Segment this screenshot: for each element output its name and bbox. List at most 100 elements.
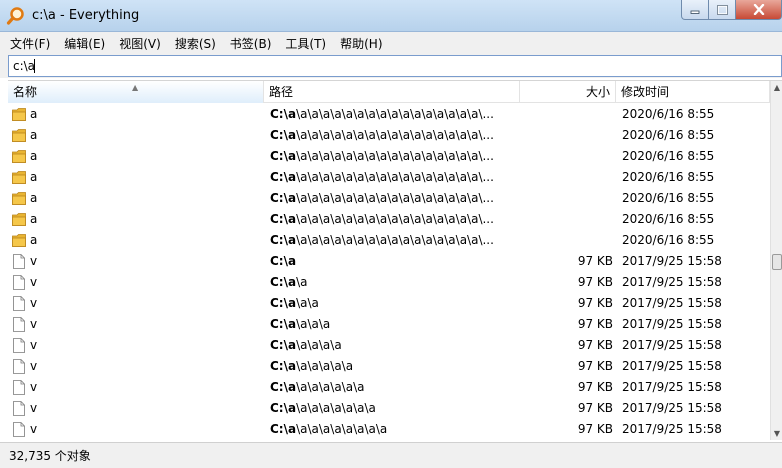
table-row[interactable]: v C:\a\a\a\a\a\a 97 KB 2017/9/25 15:58 <box>8 356 770 377</box>
table-row[interactable]: a C:\a\a\a\a\a\a\a\a\a\a\a\a\a\a\a\a\a\..… <box>8 146 770 167</box>
cell-size: 97 KB <box>577 359 613 373</box>
status-bar: 32,735 个对象 <box>0 442 782 468</box>
cell-name: a <box>30 191 38 205</box>
table-row[interactable]: v C:\a\a\a\a\a 97 KB 2017/9/25 15:58 <box>8 335 770 356</box>
cell-modified: 2020/6/16 8:55 <box>622 149 715 163</box>
cell-path-match: C:\a <box>270 422 297 436</box>
cell-path: C:\a\a\a\a\a\a\a <box>270 377 516 398</box>
vertical-scrollbar[interactable]: ▲ ▼ <box>770 81 782 440</box>
scroll-down-arrow-icon[interactable]: ▼ <box>771 427 782 440</box>
table-row[interactable]: v C:\a\a\a\a\a\a\a\a 97 KB 2017/9/25 15:58 <box>8 398 770 419</box>
close-button[interactable] <box>736 0 782 20</box>
cell-path-match: C:\a <box>270 212 297 226</box>
cell-path-match: C:\a <box>270 338 297 352</box>
folder-icon <box>12 233 26 248</box>
cell-path-match: C:\a <box>270 128 297 142</box>
window-controls <box>681 0 782 22</box>
cell-path: C:\a\a\a\a\a\a\a\a\a\a\a\a\a\a\a\a\a\... <box>270 230 516 251</box>
cell-size: 97 KB <box>577 338 613 352</box>
cell-modified: 2017/9/25 15:58 <box>622 338 722 352</box>
menu-help[interactable]: 帮助(H) <box>339 33 383 54</box>
cell-path-rest: \a\a\a\a <box>296 338 342 352</box>
cell-path-rest: \a\a\a\a\a\a\a\a\a\a\a\a\a\a\a\a\... <box>296 212 494 226</box>
cell-name: v <box>30 359 38 373</box>
search-input[interactable] <box>8 55 782 77</box>
close-icon <box>753 4 764 15</box>
table-row[interactable]: v C:\a\a\a\a\a\a\a 97 KB 2017/9/25 15:58 <box>8 377 770 398</box>
cell-path-rest: \a\a\a\a\a\a\a <box>296 401 376 415</box>
column-name-header[interactable]: ▲ 名称 <box>8 81 264 103</box>
cell-path-match: C:\a <box>270 170 297 184</box>
cell-size: 97 KB <box>577 296 613 310</box>
table-row[interactable]: v C:\a\a\a 97 KB 2017/9/25 15:58 <box>8 293 770 314</box>
table-row[interactable]: v C:\a\a\a\a\a\a\a\a\a 97 KB 2017/9/25 15:5… <box>8 419 770 440</box>
cell-path: C:\a\a\a\a\a\a\a\a\a\a\a\a\a\a\a\a\a\... <box>270 146 516 167</box>
scroll-up-arrow-icon[interactable]: ▲ <box>771 81 782 95</box>
table-row[interactable]: a C:\a\a\a\a\a\a\a\a\a\a\a\a\a\a\a\a\a\..… <box>8 230 770 251</box>
cell-path: C:\a\a\a\a\a\a <box>270 356 516 377</box>
table-row[interactable]: a C:\a\a\a\a\a\a\a\a\a\a\a\a\a\a\a\a\a\..… <box>8 209 770 230</box>
menu-view[interactable]: 视图(V) <box>118 33 162 54</box>
cell-modified: 2020/6/16 8:55 <box>622 128 715 142</box>
minimize-button[interactable] <box>681 0 709 20</box>
file-icon <box>12 296 26 311</box>
menu-edit[interactable]: 编辑(E) <box>63 33 106 54</box>
folder-icon <box>12 191 26 206</box>
menu-tools[interactable]: 工具(T) <box>284 33 327 54</box>
table-row[interactable]: v C:\a 97 KB 2017/9/25 15:58 <box>8 251 770 272</box>
status-object-count: 32,735 个对象 <box>9 449 91 463</box>
table-row[interactable]: v C:\a\a 97 KB 2017/9/25 15:58 <box>8 272 770 293</box>
cell-name: a <box>30 128 38 142</box>
menu-file[interactable]: 文件(F) <box>9 33 51 54</box>
cell-path-match: C:\a <box>270 275 297 289</box>
file-icon <box>12 401 26 416</box>
result-rows: a C:\a\a\a\a\a\a\a\a\a\a\a\a\a\a\a\a\a\..… <box>8 104 770 440</box>
cell-size: 97 KB <box>577 317 613 331</box>
cell-path-rest: \a\a\a <box>296 317 331 331</box>
cell-name: v <box>30 296 38 310</box>
cell-path: C:\a\a\a\a\a\a\a\a <box>270 398 516 419</box>
results-list: ▲ 名称 路径 大小 修改时间 a C:\a\a\a\a\a\a\a\a\a\a\… <box>8 80 782 440</box>
cell-path: C:\a\a <box>270 272 516 293</box>
cell-size: 97 KB <box>577 401 613 415</box>
maximize-button[interactable] <box>709 0 736 20</box>
file-icon <box>12 359 26 374</box>
folder-icon <box>12 107 26 122</box>
minimize-icon <box>690 10 700 14</box>
cell-modified: 2017/9/25 15:58 <box>622 296 722 310</box>
table-row[interactable]: a C:\a\a\a\a\a\a\a\a\a\a\a\a\a\a\a\a\a\..… <box>8 125 770 146</box>
cell-path: C:\a\a\a\a <box>270 314 516 335</box>
table-row[interactable]: v C:\a\a\a\a 97 KB 2017/9/25 15:58 <box>8 314 770 335</box>
table-row[interactable]: a C:\a\a\a\a\a\a\a\a\a\a\a\a\a\a\a\a\a\..… <box>8 188 770 209</box>
file-icon <box>12 422 26 437</box>
cell-name: a <box>30 170 38 184</box>
search-magnifier-icon <box>6 7 24 25</box>
cell-path-rest: \a <box>296 275 308 289</box>
table-row[interactable]: a C:\a\a\a\a\a\a\a\a\a\a\a\a\a\a\a\a\a\..… <box>8 167 770 188</box>
cell-modified: 2020/6/16 8:55 <box>622 212 715 226</box>
cell-name: v <box>30 338 38 352</box>
cell-size: 97 KB <box>577 380 613 394</box>
column-modified-header[interactable]: 修改时间 <box>616 81 770 103</box>
cell-path-rest: \a\a <box>296 296 319 310</box>
text-caret <box>34 59 35 73</box>
cell-modified: 2020/6/16 8:55 <box>622 233 715 247</box>
title-bar[interactable]: c:\a - Everything <box>0 0 782 32</box>
column-path-header[interactable]: 路径 <box>264 81 520 103</box>
column-size-label: 大小 <box>585 85 610 99</box>
menu-bookmarks[interactable]: 书签(B) <box>229 33 273 54</box>
maximize-icon <box>716 4 728 15</box>
cell-size: 97 KB <box>577 275 613 289</box>
cell-path: C:\a\a\a\a\a\a\a\a\a\a\a\a\a\a\a\a\a\... <box>270 104 516 125</box>
scrollbar-thumb[interactable] <box>772 254 782 270</box>
column-modified-label: 修改时间 <box>621 85 670 99</box>
search-bar <box>0 54 782 78</box>
column-size-header[interactable]: 大小 <box>520 81 616 103</box>
file-icon <box>12 380 26 395</box>
menu-search[interactable]: 搜索(S) <box>174 33 217 54</box>
cell-modified: 2017/9/25 15:58 <box>622 359 722 373</box>
table-row[interactable]: a C:\a\a\a\a\a\a\a\a\a\a\a\a\a\a\a\a\a\..… <box>8 104 770 125</box>
cell-name: v <box>30 422 38 436</box>
cell-name: v <box>30 317 38 331</box>
cell-path-match: C:\a <box>270 107 297 121</box>
